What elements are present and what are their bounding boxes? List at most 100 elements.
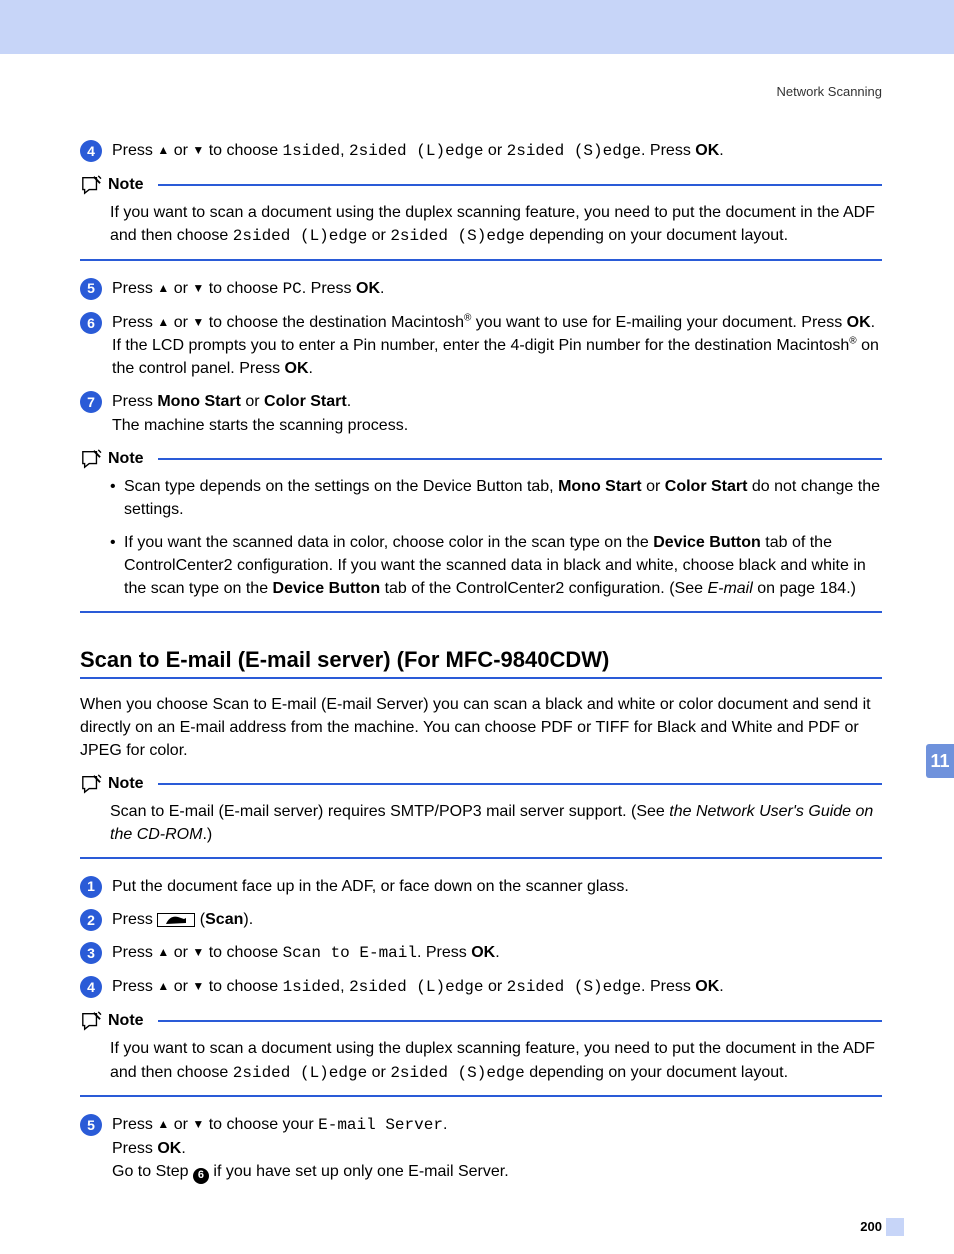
scan-button-icon	[157, 913, 195, 927]
top-banner	[0, 0, 954, 54]
color-start: Color Start	[665, 478, 748, 495]
text: The machine starts the scanning process.	[112, 417, 408, 434]
down-triangle-icon: ▼	[192, 315, 204, 329]
note-icon	[80, 175, 102, 195]
opt-2sided-s: 2sided (S)edge	[507, 978, 641, 996]
note-rule	[158, 184, 882, 186]
text: Press	[112, 314, 157, 331]
note-rule	[158, 1020, 882, 1022]
note-title: Note	[108, 775, 144, 793]
step-number-2: 2	[80, 909, 102, 931]
text: Press	[112, 978, 157, 995]
up-triangle-icon: ▲	[157, 945, 169, 959]
text: .)	[202, 826, 212, 843]
note-rule-bottom	[80, 857, 882, 859]
step-b3: 3 Press ▲ or ▼ to choose Scan to E-mail.…	[80, 941, 882, 965]
note-rule-bottom	[80, 611, 882, 613]
text: Scan type depends on the settings on the…	[124, 478, 558, 495]
heading-rule	[80, 677, 882, 679]
text: . Press	[302, 280, 356, 297]
text: to choose your	[204, 1116, 318, 1133]
running-header: Network Scanning	[80, 84, 882, 99]
chapter-tab: 11	[926, 744, 954, 778]
text: or	[174, 314, 188, 331]
up-triangle-icon: ▲	[157, 315, 169, 329]
mono-start: Mono Start	[558, 478, 642, 495]
text: Press	[112, 944, 157, 961]
mono-start: Mono Start	[157, 393, 241, 410]
step-ref-6-icon: 6	[193, 1168, 209, 1184]
text: or	[372, 227, 386, 244]
text: tab of the ControlCenter2 configuration.…	[380, 580, 707, 597]
color-start: Color Start	[264, 393, 347, 410]
opt-2sided-l: 2sided (L)edge	[233, 1064, 367, 1082]
step-number-4: 4	[80, 140, 102, 162]
text: to choose	[209, 944, 278, 961]
opt-2sided-s: 2sided (S)edge	[390, 1064, 524, 1082]
opt-email-server: E-mail Server	[318, 1116, 443, 1134]
note-title: Note	[108, 176, 144, 194]
step-6: 6 Press ▲ or ▼ to choose the destination…	[80, 311, 882, 381]
down-triangle-icon: ▼	[192, 281, 204, 295]
up-triangle-icon: ▲	[157, 1117, 169, 1131]
opt-2sided-l: 2sided (L)edge	[349, 978, 483, 996]
text: or	[646, 478, 660, 495]
step-number-1: 1	[80, 876, 102, 898]
up-triangle-icon: ▲	[157, 281, 169, 295]
text: If the LCD prompts you to enter a Pin nu…	[112, 337, 849, 354]
down-triangle-icon: ▼	[192, 143, 204, 157]
note-title: Note	[108, 1012, 144, 1030]
text: Go to Step	[112, 1163, 193, 1180]
text: or	[488, 142, 502, 159]
down-triangle-icon: ▼	[192, 945, 204, 959]
text: ).	[243, 911, 253, 928]
opt-2sided-s: 2sided (S)edge	[390, 227, 524, 245]
section-heading: Scan to E-mail (E-mail server) (For MFC-…	[80, 647, 882, 673]
note-icon	[80, 774, 102, 794]
ok-label: OK	[356, 280, 380, 297]
opt-2sided-l: 2sided (L)edge	[349, 142, 483, 160]
text: Press	[112, 1140, 157, 1157]
text: or	[245, 393, 259, 410]
up-triangle-icon: ▲	[157, 143, 169, 157]
text: you want to use for E-mailing your docum…	[471, 314, 846, 331]
step-number-3: 3	[80, 942, 102, 964]
list-item: • Scan type depends on the settings on t…	[110, 475, 882, 521]
note-block-1: Note If you want to scan a document usin…	[80, 175, 882, 260]
step-number-7: 7	[80, 391, 102, 413]
note-rule	[158, 458, 882, 460]
page-number-bar	[886, 1218, 904, 1236]
registered-icon: ®	[849, 336, 856, 347]
text: . Press	[641, 978, 695, 995]
step-number-4: 4	[80, 976, 102, 998]
note-text: depending on your document layout.	[525, 227, 788, 244]
step-b5: 5 Press ▲ or ▼ to choose your E-mail Ser…	[80, 1113, 882, 1184]
opt-1sided: 1sided	[283, 142, 341, 160]
ok-label: OK	[695, 978, 719, 995]
page-number: 200	[860, 1219, 882, 1234]
text: to choose	[204, 142, 282, 159]
note-block-4: Note If you want to scan a document usin…	[80, 1011, 882, 1096]
ok-label: OK	[471, 944, 495, 961]
text: or	[488, 978, 502, 995]
opt-scan-email: Scan to E-mail	[283, 944, 417, 962]
text: to choose the destination Macintosh	[204, 314, 464, 331]
note-block-3: Note Scan to E-mail (E-mail server) requ…	[80, 774, 882, 858]
text: Press	[112, 280, 157, 297]
note-icon	[80, 1011, 102, 1031]
step-7: 7 Press Mono Start or Color Start. The m…	[80, 390, 882, 436]
note-block-2: Note • Scan type depends on the settings…	[80, 449, 882, 613]
text: or	[174, 944, 188, 961]
intro-paragraph: When you choose Scan to E-mail (E-mail S…	[80, 693, 882, 763]
page-body: 11 Network Scanning 4 Press ▲ or ▼ to ch…	[0, 84, 954, 1254]
text: or	[174, 142, 188, 159]
list-item: • If you want the scanned data in color,…	[110, 531, 882, 601]
note-icon	[80, 449, 102, 469]
step-b1: 1 Put the document face up in the ADF, o…	[80, 875, 882, 898]
up-triangle-icon: ▲	[157, 979, 169, 993]
step-number-5: 5	[80, 1114, 102, 1136]
ok-label: OK	[157, 1140, 181, 1157]
text: Scan to E-mail (E-mail server) requires …	[110, 803, 669, 820]
scan-label: Scan	[205, 911, 243, 928]
note-rule-bottom	[80, 259, 882, 261]
